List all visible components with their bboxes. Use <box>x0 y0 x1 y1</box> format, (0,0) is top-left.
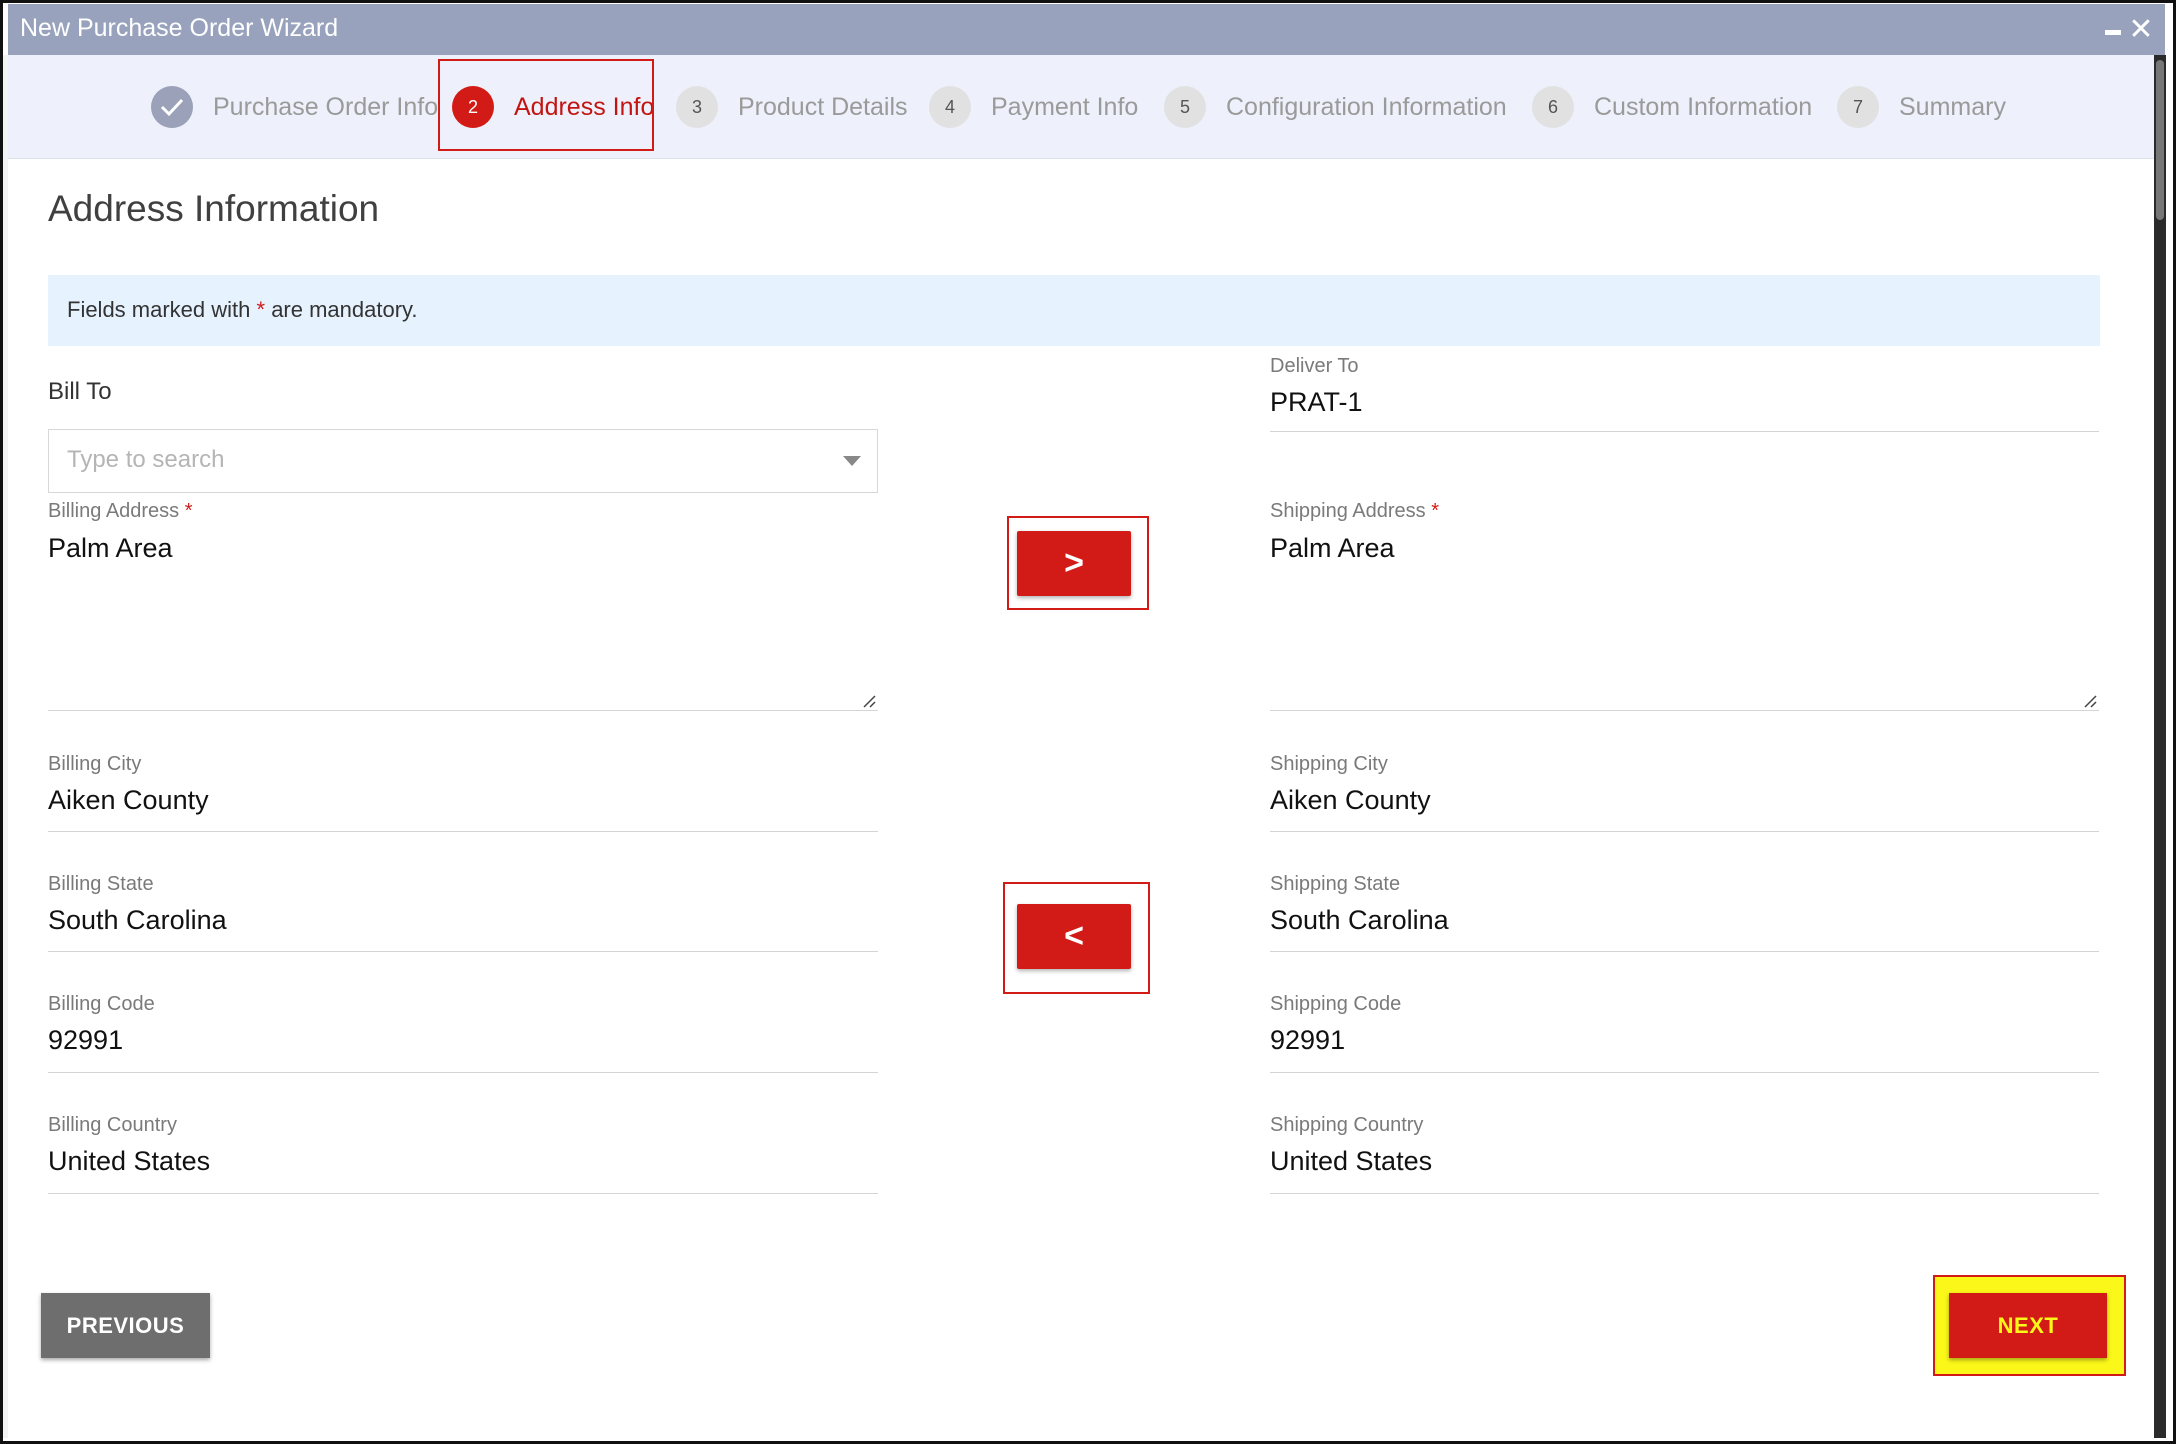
minimize-icon[interactable] <box>2105 30 2121 35</box>
shipping-country-label: Shipping Country <box>1270 1114 1424 1136</box>
billing-country-underline <box>48 1193 878 1194</box>
scrollbar-track[interactable] <box>2154 55 2166 1438</box>
deliver-to-label: Deliver To <box>1270 355 1359 377</box>
bill-to-select[interactable] <box>48 429 878 493</box>
chevron-down-icon[interactable] <box>843 456 861 466</box>
mandatory-notice: Fields marked with * are mandatory. <box>48 275 2100 346</box>
shipping-city-label: Shipping City <box>1270 753 1388 775</box>
step-label: Custom Information <box>1594 92 1813 121</box>
billing-code-label: Billing Code <box>48 993 155 1015</box>
billing-address-underline <box>48 710 878 711</box>
step-product-details[interactable]: 3 Product Details <box>676 85 908 129</box>
shipping-state-field[interactable]: South Carolina <box>1270 905 1449 936</box>
section-heading: Address Information <box>48 188 380 229</box>
shipping-country-field[interactable]: United States <box>1270 1146 1432 1177</box>
step-purchase-order-info[interactable]: Purchase Order Info <box>151 85 438 129</box>
shipping-code-field[interactable]: 92991 <box>1270 1025 1345 1056</box>
step-label: Product Details <box>738 92 908 121</box>
deliver-to-field[interactable]: PRAT-1 <box>1270 387 1363 418</box>
step-number: 6 <box>1532 86 1574 128</box>
left-edge <box>3 55 8 1438</box>
billing-code-underline <box>48 1072 878 1073</box>
billing-state-underline <box>48 951 878 952</box>
billing-address-label: Billing Address * <box>48 500 193 523</box>
notice-text: Fields marked with * are mandatory. <box>67 297 418 323</box>
step-label: Summary <box>1899 92 2006 121</box>
billing-address-field[interactable]: Palm Area <box>48 533 173 564</box>
bill-to-search-input[interactable] <box>67 446 807 474</box>
shipping-country-underline <box>1270 1193 2099 1194</box>
copy-to-shipping-button[interactable]: > <box>1017 531 1131 596</box>
resize-handle-icon[interactable] <box>2081 692 2097 708</box>
step-number: 5 <box>1164 86 1206 128</box>
shipping-state-underline <box>1270 951 2099 952</box>
billing-city-field[interactable]: Aiken County <box>48 785 209 816</box>
shipping-code-label: Shipping Code <box>1270 993 1402 1015</box>
notice-prefix: Fields marked with <box>67 297 257 322</box>
deliver-to-underline <box>1270 431 2099 432</box>
step-label: Configuration Information <box>1226 92 1507 121</box>
label-text: Billing Address <box>48 500 180 522</box>
billing-state-label: Billing State <box>48 873 154 895</box>
scrollbar-thumb[interactable] <box>2156 60 2164 220</box>
shipping-city-field[interactable]: Aiken County <box>1270 785 1431 816</box>
resize-handle-icon[interactable] <box>860 692 876 708</box>
step-number: 4 <box>929 86 971 128</box>
billing-code-field[interactable]: 92991 <box>48 1025 123 1056</box>
close-icon[interactable]: ✕ <box>2127 10 2155 50</box>
previous-button[interactable]: PREVIOUS <box>41 1293 210 1358</box>
required-asterisk: * <box>256 297 266 322</box>
step-number: 7 <box>1837 86 1879 128</box>
active-step-highlight <box>438 59 654 151</box>
step-payment-info[interactable]: 4 Payment Info <box>929 85 1138 129</box>
window-title: New Purchase Order Wizard <box>20 14 339 42</box>
copy-to-billing-button[interactable]: < <box>1017 904 1131 969</box>
shipping-code-underline <box>1270 1072 2099 1073</box>
shipping-address-label: Shipping Address * <box>1270 500 1439 523</box>
shipping-city-underline <box>1270 831 2099 832</box>
check-icon <box>151 86 193 128</box>
notice-suffix: are mandatory. <box>265 297 418 322</box>
step-summary[interactable]: 7 Summary <box>1837 85 2006 129</box>
bill-to-label: Bill To <box>48 378 112 405</box>
billing-city-underline <box>48 831 878 832</box>
label-text: Shipping Address <box>1270 500 1426 522</box>
required-asterisk: * <box>184 500 193 522</box>
step-configuration-information[interactable]: 5 Configuration Information <box>1164 85 1507 129</box>
billing-country-field[interactable]: United States <box>48 1146 210 1177</box>
step-number: 3 <box>676 86 718 128</box>
next-button[interactable]: NEXT <box>1949 1293 2107 1358</box>
step-label: Purchase Order Info <box>213 92 439 121</box>
title-bar: New Purchase Order Wizard ✕ <box>8 4 2165 55</box>
required-asterisk: * <box>1431 500 1440 522</box>
billing-country-label: Billing Country <box>48 1114 177 1136</box>
step-custom-information[interactable]: 6 Custom Information <box>1532 85 1812 129</box>
shipping-state-label: Shipping State <box>1270 873 1401 895</box>
shipping-address-field[interactable]: Palm Area <box>1270 533 1395 564</box>
billing-city-label: Billing City <box>48 753 142 775</box>
billing-state-field[interactable]: South Carolina <box>48 905 227 936</box>
shipping-address-underline <box>1270 710 2099 711</box>
wizard-steps: Purchase Order Info 2 Address Info 3 Pro… <box>8 55 2154 159</box>
step-label: Payment Info <box>991 92 1139 121</box>
